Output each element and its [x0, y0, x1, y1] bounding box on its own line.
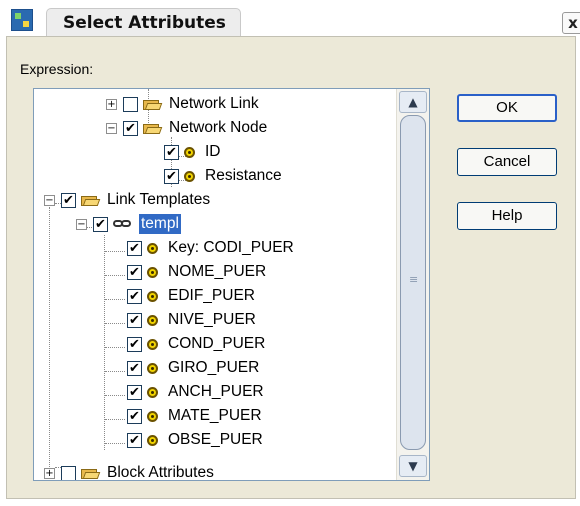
node-checkbox[interactable]: ✔: [127, 288, 142, 304]
attribute-icon: [147, 386, 158, 398]
node-label: Link Templates: [107, 191, 211, 208]
tree-line: [105, 275, 125, 276]
tree-line: [105, 371, 125, 372]
tree-node-templ[interactable]: − ✔ templ: [76, 212, 181, 236]
expression-label: Expression:: [20, 61, 94, 77]
node-checkbox[interactable]: ✔: [164, 168, 179, 184]
folder-icon: [143, 122, 161, 134]
tree-node-cond-puer[interactable]: ✔ COND_PUER: [127, 332, 267, 356]
node-label: ANCH_PUER: [168, 383, 264, 400]
node-checkbox[interactable]: ✔: [127, 360, 142, 376]
tree-node-network-link[interactable]: + Network Link: [106, 92, 261, 116]
tree-line: [105, 395, 125, 396]
expand-toggle[interactable]: +: [44, 467, 55, 479]
tree-node-codi-puer[interactable]: ✔ Key: CODI_PUER: [127, 236, 296, 260]
node-label: templ: [139, 214, 181, 234]
node-checkbox[interactable]: [123, 96, 138, 112]
collapse-toggle[interactable]: −: [76, 218, 87, 230]
grip-icon: ≡: [409, 273, 419, 286]
attribute-icon: [147, 290, 158, 302]
folder-icon: [81, 467, 99, 479]
node-label: MATE_PUER: [168, 407, 262, 424]
attribute-icon: [147, 314, 158, 326]
cancel-button[interactable]: Cancel: [457, 148, 557, 176]
node-checkbox[interactable]: ✔: [127, 240, 142, 256]
app-icon: [11, 9, 33, 31]
node-checkbox[interactable]: ✔: [93, 216, 108, 232]
node-label: Network Node: [169, 119, 268, 136]
node-checkbox[interactable]: ✔: [127, 264, 142, 280]
tree-node-obse-puer[interactable]: ✔ OBSE_PUER: [127, 428, 265, 452]
window-title: Select Attributes: [46, 8, 241, 36]
ok-button[interactable]: OK: [457, 94, 557, 122]
node-label: Block Attributes: [107, 464, 214, 480]
attribute-icon: [184, 170, 195, 182]
node-checkbox[interactable]: ✔: [127, 384, 142, 400]
title-bar: Select Attributes x: [0, 0, 580, 36]
attribute-icon: [184, 146, 195, 158]
attribute-icon: [147, 362, 158, 374]
node-checkbox[interactable]: ✔: [164, 144, 179, 160]
tree-node-anch-puer[interactable]: ✔ ANCH_PUER: [127, 380, 266, 404]
tree-line: [105, 323, 125, 324]
node-label: OBSE_PUER: [168, 431, 263, 448]
tree-node-giro-puer[interactable]: ✔ GIRO_PUER: [127, 356, 261, 380]
attribute-icon: [147, 266, 158, 278]
scroll-down-button[interactable]: ▼: [399, 455, 427, 477]
node-checkbox[interactable]: ✔: [123, 120, 138, 136]
node-label: EDIF_PUER: [168, 287, 255, 304]
node-checkbox[interactable]: ✔: [127, 408, 142, 424]
tree-node-resistance[interactable]: ✔ Resistance: [164, 164, 284, 188]
tree-node-network-node[interactable]: − ✔ Network Node: [106, 116, 269, 140]
attribute-icon: [147, 434, 158, 446]
node-checkbox[interactable]: [61, 465, 76, 480]
link-icon: [113, 218, 135, 230]
tree-line: [105, 419, 125, 420]
tree-line: [105, 251, 125, 252]
node-checkbox[interactable]: ✔: [61, 192, 76, 208]
attribute-icon: [147, 242, 158, 254]
tree-line: [105, 299, 125, 300]
node-checkbox[interactable]: ✔: [127, 312, 142, 328]
folder-icon: [81, 194, 99, 206]
node-label: Resistance: [205, 167, 282, 184]
node-checkbox[interactable]: ✔: [127, 336, 142, 352]
folder-icon: [143, 98, 161, 110]
tree-viewport: + Network Link − ✔ Network Node ✔ ID ✔ R…: [34, 89, 397, 480]
tree-line: [105, 347, 125, 348]
tree-line: [104, 235, 105, 450]
expand-toggle[interactable]: +: [106, 98, 117, 110]
scroll-up-button[interactable]: ▲: [399, 91, 427, 113]
attribute-icon: [147, 338, 158, 350]
node-label: GIRO_PUER: [168, 359, 260, 376]
close-button[interactable]: x: [562, 12, 580, 34]
help-button[interactable]: Help: [457, 202, 557, 230]
node-label: Key: CODI_PUER: [168, 239, 294, 256]
tree-node-block-attributes[interactable]: + Block Attributes: [44, 461, 216, 480]
vertical-scrollbar[interactable]: ▲ ≡ ▼: [396, 89, 429, 480]
scroll-thumb[interactable]: ≡: [400, 115, 426, 450]
collapse-toggle[interactable]: −: [44, 194, 55, 206]
tree-line: [105, 443, 125, 444]
node-label: COND_PUER: [168, 335, 266, 352]
node-label: Network Link: [169, 95, 259, 112]
tree-node-nive-puer[interactable]: ✔ NIVE_PUER: [127, 308, 258, 332]
node-label: ID: [205, 143, 221, 160]
tree-node-nome-puer[interactable]: ✔ NOME_PUER: [127, 260, 268, 284]
node-checkbox[interactable]: ✔: [127, 432, 142, 448]
tree-node-id[interactable]: ✔ ID: [164, 140, 223, 164]
attribute-icon: [147, 410, 158, 422]
expression-tree[interactable]: + Network Link − ✔ Network Node ✔ ID ✔ R…: [33, 88, 430, 481]
tree-node-link-templates[interactable]: − ✔ Link Templates: [44, 188, 212, 212]
collapse-toggle[interactable]: −: [106, 122, 117, 134]
tree-node-edif-puer[interactable]: ✔ EDIF_PUER: [127, 284, 257, 308]
node-label: NIVE_PUER: [168, 311, 256, 328]
tree-line: [49, 207, 50, 467]
tree-node-mate-puer[interactable]: ✔ MATE_PUER: [127, 404, 264, 428]
node-label: NOME_PUER: [168, 263, 267, 280]
